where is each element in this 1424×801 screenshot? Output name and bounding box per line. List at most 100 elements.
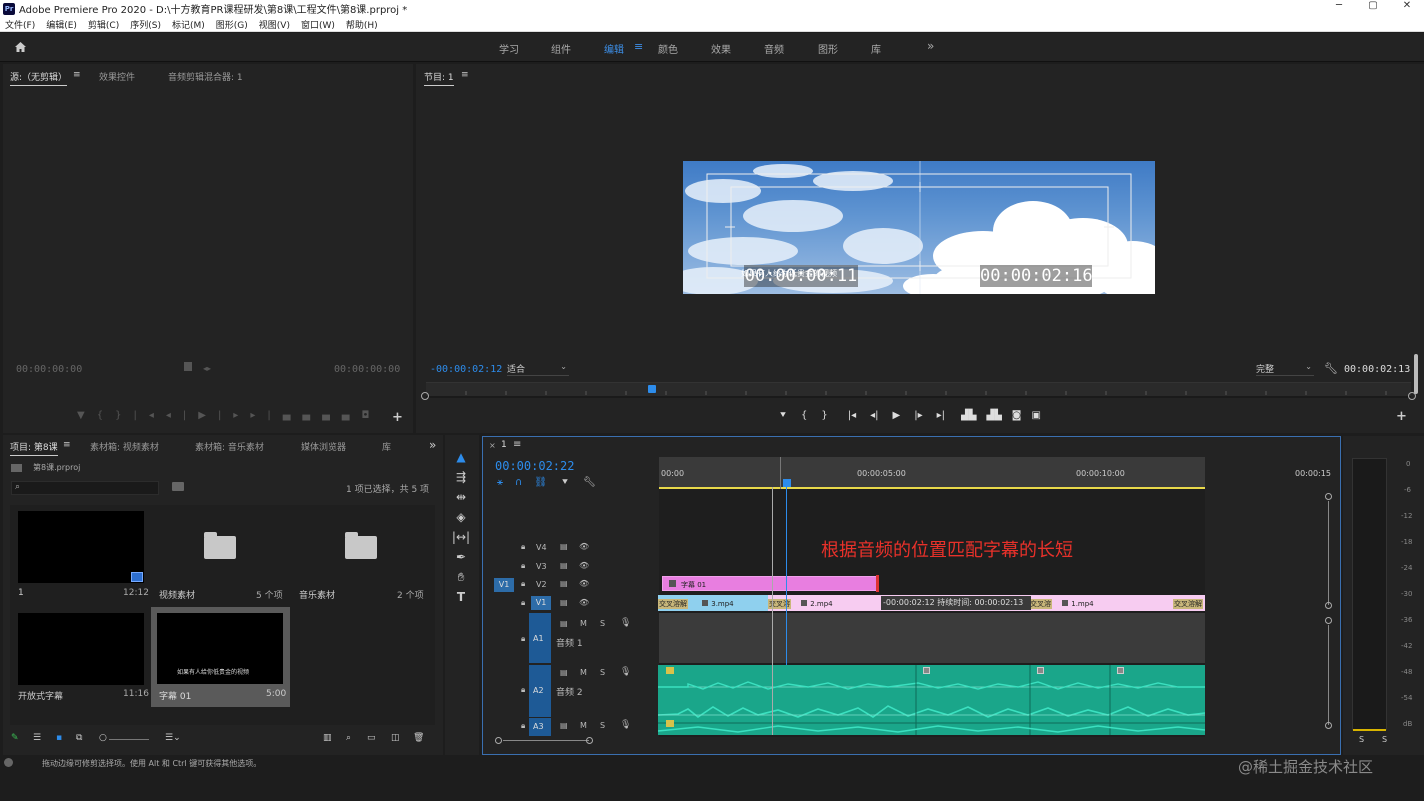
new-item-icon[interactable]: ◫ xyxy=(391,733,400,743)
program-vertical-scrollbar[interactable] xyxy=(1414,354,1418,394)
scroll-handle-left[interactable] xyxy=(495,737,502,744)
project-tab-menu-icon[interactable]: ≡ xyxy=(63,440,71,450)
tab-source[interactable]: 源:（无剪辑） xyxy=(10,70,68,86)
eye-icon[interactable]: 👁︎ xyxy=(579,542,589,551)
timeline-ruler[interactable]: 00:00 00:00:05:00 00:00:10:00 xyxy=(659,457,1205,489)
menu-sequence[interactable]: 序列(S) xyxy=(130,18,161,31)
play-icon[interactable]: ▶ xyxy=(198,410,218,421)
step-back-icon[interactable]: ◂| xyxy=(870,410,878,421)
mark-out-icon[interactable]: } xyxy=(821,410,827,421)
program-add-button-icon[interactable]: + xyxy=(1396,409,1407,424)
sync-lock-icon[interactable]: ▤ xyxy=(560,668,568,677)
new-bin-icon[interactable]: ▭ xyxy=(367,733,376,743)
track-label-v1[interactable]: V1 xyxy=(531,596,551,610)
linked-selection-icon[interactable]: ⛓︎ xyxy=(534,477,547,488)
pen-tool-icon[interactable]: ✒ xyxy=(450,550,472,568)
eye-icon[interactable]: 👁︎ xyxy=(579,579,589,588)
v1-clip-1[interactable]: 交叉溶 1.mp4 交叉溶解 xyxy=(1029,595,1205,611)
maximize-button[interactable]: ▢ xyxy=(1356,0,1390,11)
scroll-thumb[interactable] xyxy=(1328,501,1329,605)
workspace-learn[interactable]: 学习 xyxy=(499,41,519,56)
menu-graphics[interactable]: 图形(G) xyxy=(216,18,248,31)
menu-clip[interactable]: 剪辑(C) xyxy=(88,18,119,31)
sync-lock-icon[interactable]: ▤ xyxy=(560,598,568,607)
microphone-icon[interactable]: 🎙︎ xyxy=(620,667,631,677)
mark-in-icon[interactable]: { xyxy=(801,410,807,421)
v1-clip-3[interactable]: 交叉溶解 3.mp4 xyxy=(658,595,768,611)
export-frame-icon[interactable]: ◙ xyxy=(1012,410,1022,421)
title-clip[interactable]: 字幕 01 xyxy=(662,576,879,591)
icon-view-icon[interactable]: ▪ xyxy=(56,733,62,743)
timeline-horizontal-scrollbar[interactable] xyxy=(495,737,593,744)
panel-overflow-icon[interactable]: » xyxy=(429,438,436,452)
workspace-graphics[interactable]: 图形 xyxy=(818,41,838,56)
menu-edit[interactable]: 编辑(E) xyxy=(46,18,77,31)
goto-in-icon[interactable]: |◂ xyxy=(133,410,165,421)
zoom-scrollbar[interactable] xyxy=(421,392,1416,400)
menu-view[interactable]: 视图(V) xyxy=(259,18,290,31)
lock-icon[interactable]: 🔒︎ xyxy=(521,598,525,608)
source-patch-v1[interactable]: V1 xyxy=(494,578,514,592)
minimize-button[interactable]: ─ xyxy=(1322,0,1356,11)
tab-bin-music[interactable]: 素材箱: 音乐素材 xyxy=(195,440,264,453)
program-playhead-timecode[interactable]: -00:00:02:12 xyxy=(430,364,502,375)
step-forward-icon[interactable]: |▸ xyxy=(914,410,922,421)
scroll-handle-top[interactable] xyxy=(1325,493,1332,500)
zoom-slider-track[interactable] xyxy=(109,739,149,740)
add-marker-icon[interactable]: ⯆ xyxy=(779,410,787,421)
go-to-out-icon[interactable]: ▸| xyxy=(937,410,945,421)
wrench-icon[interactable]: 🔧︎ xyxy=(1324,362,1338,375)
workspace-audio[interactable]: 音频 xyxy=(764,41,784,56)
extract-icon[interactable]: ▟▙ xyxy=(986,410,1001,421)
mute-button[interactable]: M xyxy=(580,721,587,730)
pencil-icon[interactable]: ✎ xyxy=(11,733,19,743)
home-icon[interactable] xyxy=(14,41,27,53)
lock-icon[interactable]: 🔒︎ xyxy=(521,721,525,731)
insert-icon[interactable]: ▄▄ xyxy=(283,410,322,421)
zoom-handle-left[interactable] xyxy=(421,392,429,400)
menu-window[interactable]: 窗口(W) xyxy=(301,18,335,31)
menu-marker[interactable]: 标记(M) xyxy=(172,18,205,31)
lock-icon[interactable]: 🔒︎ xyxy=(521,542,525,552)
freeform-view-icon[interactable]: ⧉ xyxy=(76,733,82,743)
program-time-ruler[interactable] xyxy=(426,382,1411,396)
razor-tool-icon[interactable]: ◈ xyxy=(450,510,472,528)
workspace-editing[interactable]: 编辑 xyxy=(604,41,624,56)
eye-icon[interactable]: 👁︎ xyxy=(579,598,589,607)
program-menu-icon[interactable]: ≡ xyxy=(461,70,469,80)
type-tool-icon[interactable]: T xyxy=(450,590,472,608)
project-item-thumbnail[interactable] xyxy=(18,613,144,685)
sync-lock-icon[interactable]: ▤ xyxy=(560,579,568,588)
workspace-assembly[interactable]: 组件 xyxy=(551,41,571,56)
program-video-frame[interactable]: 00:00:00:11 如果有人给你低贵金的视频 00:00:02:16 xyxy=(683,161,1155,294)
ripple-edit-tool-icon[interactable]: ⇹ xyxy=(450,490,472,508)
audio-vertical-scrollbar[interactable] xyxy=(1325,617,1332,729)
in-point-icon[interactable]: { xyxy=(97,410,115,421)
sequence-menu-icon[interactable]: ≡ xyxy=(513,439,521,450)
close-sequence-icon[interactable]: × xyxy=(489,441,496,450)
lock-icon[interactable]: 🔒︎ xyxy=(521,634,525,644)
tab-sequence[interactable]: 1 xyxy=(501,440,507,450)
tab-menu-icon[interactable]: ≡ xyxy=(73,70,81,80)
snap-icon[interactable]: ∩ xyxy=(515,477,522,488)
solo-button[interactable]: S xyxy=(600,668,605,677)
workspace-overflow-button[interactable]: » xyxy=(927,39,934,53)
audio-clip-a2[interactable] xyxy=(658,665,1205,735)
scroll-thumb[interactable] xyxy=(1328,625,1329,725)
close-button[interactable]: ✕ xyxy=(1390,0,1424,11)
step-back-icon[interactable]: ◂| xyxy=(166,410,198,421)
workspace-menu-icon[interactable]: ≡ xyxy=(634,40,643,53)
sync-lock-icon[interactable]: ▤ xyxy=(560,619,568,628)
audio-track-a1-lane[interactable] xyxy=(659,613,1205,663)
quality-dropdown[interactable]: 完整 ⌄ xyxy=(1256,362,1314,376)
tab-libraries[interactable]: 库 xyxy=(382,440,391,453)
find-icon[interactable]: ⌕ xyxy=(346,733,351,743)
program-playhead[interactable] xyxy=(648,385,656,393)
transition-cross-dissolve[interactable]: 交叉溶 xyxy=(1029,599,1052,609)
track-select-tool-icon[interactable]: ⇶ xyxy=(450,470,472,488)
solo-button[interactable]: S xyxy=(600,721,605,730)
scroll-thumb[interactable] xyxy=(503,740,589,741)
solo-button[interactable]: S xyxy=(600,619,605,628)
comparison-view-icon[interactable]: ▣ xyxy=(1032,410,1041,421)
nest-icon[interactable]: ⚹ xyxy=(497,477,503,488)
